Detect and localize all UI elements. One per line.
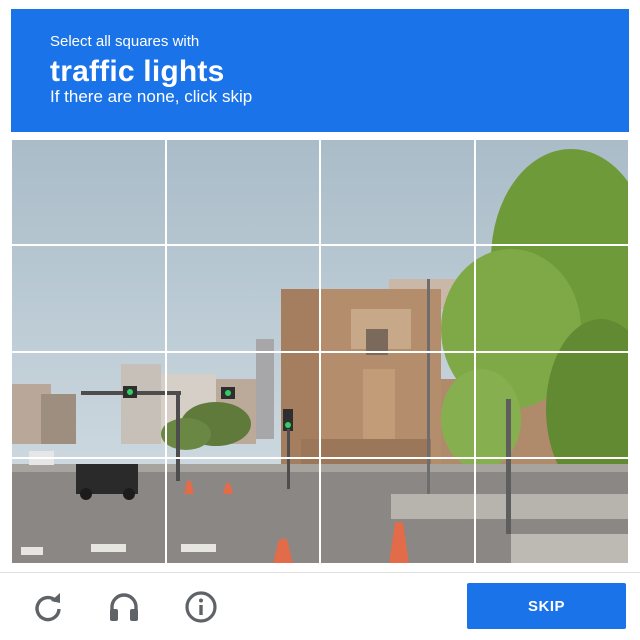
audio-challenge-button[interactable]: [106, 589, 142, 625]
reload-button[interactable]: [30, 589, 66, 625]
instruction-text: Select all squares with: [50, 33, 200, 50]
grid-tile[interactable]: [320, 457, 475, 564]
info-button[interactable]: [183, 589, 219, 625]
grid-tile[interactable]: [320, 351, 475, 458]
grid-tile[interactable]: [165, 457, 320, 564]
grid-tile[interactable]: [11, 139, 166, 246]
grid-tile[interactable]: [474, 457, 629, 564]
grid-tile[interactable]: [320, 245, 475, 352]
tile-grid: [11, 139, 629, 564]
grid-tile[interactable]: [165, 139, 320, 246]
grid-tile[interactable]: [474, 139, 629, 246]
image-grid: [11, 139, 629, 564]
skip-button[interactable]: SKIP: [467, 583, 626, 629]
grid-tile[interactable]: [165, 245, 320, 352]
grid-tile[interactable]: [11, 351, 166, 458]
reload-icon: [35, 593, 61, 622]
challenge-footer: SKIP: [0, 573, 640, 640]
target-object-text: traffic lights: [50, 55, 225, 88]
captcha-challenge: Select all squares with traffic lights I…: [0, 0, 640, 640]
grid-tile[interactable]: [165, 351, 320, 458]
grid-tile[interactable]: [11, 245, 166, 352]
grid-tile[interactable]: [320, 139, 475, 246]
grid-tile[interactable]: [474, 351, 629, 458]
info-icon: [185, 591, 217, 623]
headphones-icon: [110, 593, 138, 621]
grid-tile[interactable]: [11, 457, 166, 564]
grid-tile[interactable]: [474, 245, 629, 352]
hint-text: If there are none, click skip: [50, 87, 253, 106]
challenge-header: Select all squares with traffic lights I…: [11, 9, 629, 132]
